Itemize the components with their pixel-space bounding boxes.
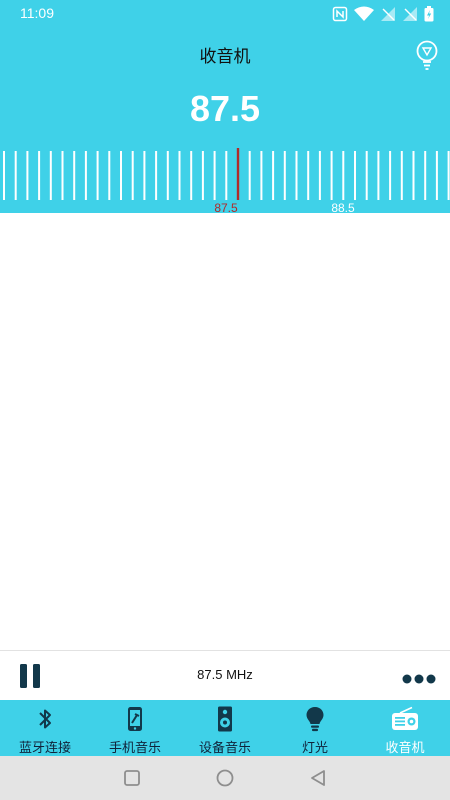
- wifi-icon: [354, 6, 374, 22]
- status-time: 11:09: [20, 5, 54, 21]
- system-nav-bar: [0, 756, 450, 800]
- lightbulb-button[interactable]: [414, 40, 440, 70]
- tab-light[interactable]: 灯光: [270, 700, 360, 756]
- nfc-icon: [332, 6, 348, 22]
- tab-label: 手机音乐: [108, 741, 161, 756]
- tab-bluetooth[interactable]: 蓝牙连接: [0, 700, 90, 756]
- tab-device-music[interactable]: 设备音乐: [180, 700, 270, 756]
- signal-2-icon: [402, 6, 418, 22]
- tab-label: 收音机: [385, 741, 425, 756]
- tab-label: 灯光: [301, 741, 328, 756]
- content-area: [0, 213, 450, 650]
- lightbulb-icon: [416, 40, 438, 70]
- tab-phone-music[interactable]: 手机音乐: [90, 700, 180, 756]
- tab-label: 蓝牙连接: [18, 741, 71, 756]
- tab-radio[interactable]: 收音机: [360, 700, 450, 756]
- back-triangle-icon: [311, 770, 325, 786]
- bottom-tab-bar: 蓝牙连接 手机音乐 设备音乐 灯光 收音机: [0, 700, 450, 756]
- page-title: 收音机: [199, 47, 251, 67]
- back-button[interactable]: [308, 768, 328, 788]
- dial-label: 88.5: [331, 201, 355, 213]
- recents-button[interactable]: [122, 768, 142, 788]
- current-frequency: 87.5: [189, 88, 261, 129]
- battery-icon: [424, 6, 434, 22]
- player-bar: 87.5 MHz: [0, 650, 450, 700]
- status-icons: [332, 6, 434, 22]
- player-frequency: 87.5 MHz: [197, 667, 253, 682]
- frequency-dial[interactable]: 87.5 88.5: [0, 148, 450, 213]
- status-bar: 11:09: [0, 0, 450, 28]
- circle-icon: [216, 769, 234, 787]
- lightbulb-icon: [306, 707, 324, 732]
- speaker-icon: [218, 706, 232, 732]
- tab-label: 设备音乐: [198, 741, 251, 756]
- radio-icon: [392, 706, 418, 730]
- square-icon: [124, 770, 140, 786]
- radio-header: 收音机 87.5 87.5 88.5: [0, 28, 450, 213]
- phone-music-icon: [128, 707, 142, 731]
- signal-1-icon: [380, 6, 396, 22]
- bluetooth-icon: [39, 709, 51, 729]
- home-button[interactable]: [215, 768, 235, 788]
- dial-label: 87.5: [214, 201, 238, 213]
- more-dots-icon: [402, 674, 436, 684]
- more-button[interactable]: [402, 670, 436, 684]
